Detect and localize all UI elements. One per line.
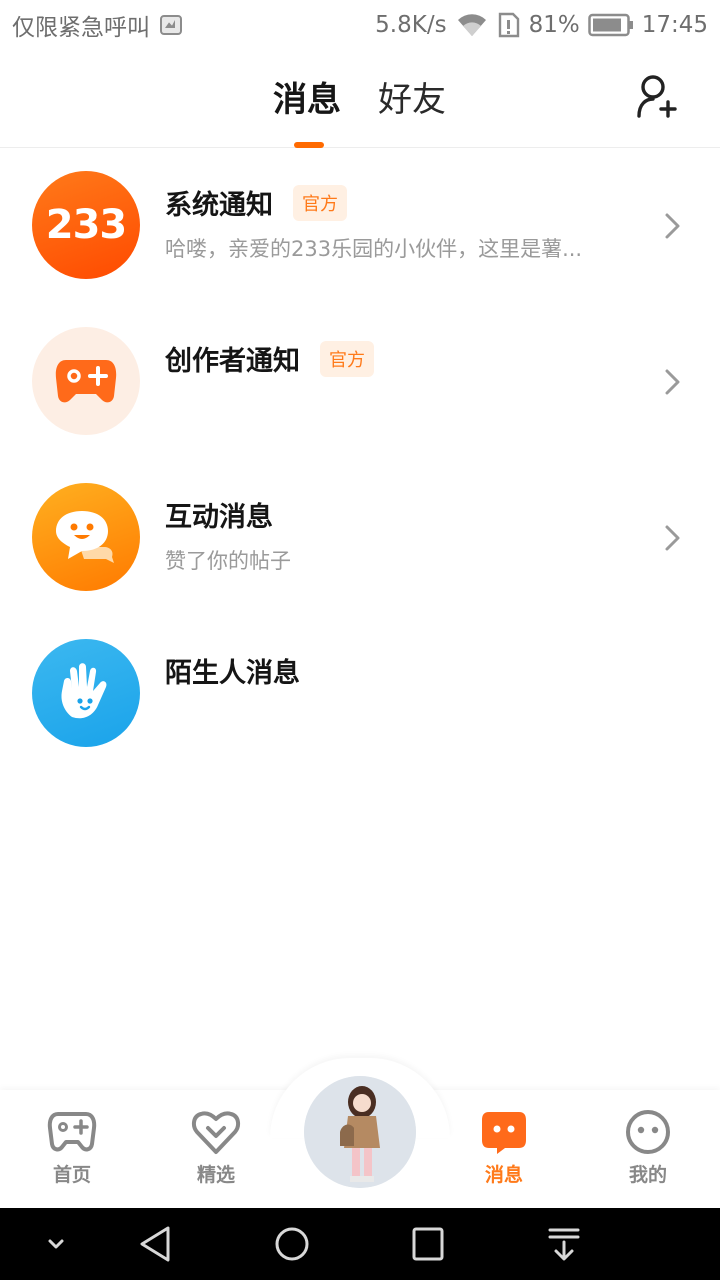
waving-hand-icon xyxy=(61,663,107,719)
chevron-down-icon[interactable] xyxy=(34,1224,78,1264)
chevron-right-icon xyxy=(665,213,680,239)
sim-alert-icon xyxy=(498,12,519,38)
item-title: 互动消息 xyxy=(165,502,273,533)
item-title: 创作者通知 xyxy=(165,346,300,377)
smile-face-icon xyxy=(626,1110,670,1154)
creator-notification-avatar xyxy=(32,327,140,435)
active-tab-indicator xyxy=(294,142,324,148)
gamepad-plus-icon xyxy=(55,360,117,403)
anime-character-avatar xyxy=(304,1076,416,1188)
system-nav-bar xyxy=(0,1208,720,1280)
heart-chevron-icon xyxy=(191,1111,241,1154)
chevron-right-icon xyxy=(665,369,680,395)
carrier-text: 仅限紧急呼叫 xyxy=(12,15,150,41)
chevron-right-icon xyxy=(665,525,680,551)
image-notification-icon xyxy=(160,15,182,35)
status-bar: 仅限紧急呼叫 5.8K/s 81% 17:45 xyxy=(0,0,720,50)
official-badge: 官方 xyxy=(320,340,374,377)
battery-percent: 81% xyxy=(528,12,580,38)
stranger-message-avatar xyxy=(32,639,140,747)
tab-friends[interactable]: 好友 xyxy=(378,72,446,121)
official-badge: 官方 xyxy=(293,184,347,221)
system-notification-item[interactable]: 233 系统通知 官方 哈喽，亲爱的233乐园的小伙伴，这里是薯... xyxy=(0,149,720,305)
item-title: 陌生人消息 xyxy=(165,658,300,689)
nav-messages-label: 消息 xyxy=(484,1164,523,1186)
chat-bubble-icon xyxy=(482,1112,526,1154)
clock: 17:45 xyxy=(641,12,708,38)
tab-messages[interactable]: 消息 xyxy=(273,72,341,121)
nav-home-label: 首页 xyxy=(52,1164,91,1186)
nav-messages[interactable]: 消息 xyxy=(454,1108,554,1187)
item-preview: 赞了你的帖子 xyxy=(165,549,291,573)
battery-icon xyxy=(587,13,633,37)
item-preview: 哈喽，亲爱的233乐园的小伙伴，这里是薯... xyxy=(165,237,583,261)
avatar-233-logo: 233 xyxy=(45,202,127,248)
person-add-icon[interactable] xyxy=(636,74,680,118)
wifi-icon xyxy=(457,14,486,36)
nav-mine-label: 我的 xyxy=(628,1164,667,1186)
nav-home[interactable]: 首页 xyxy=(22,1108,122,1187)
nav-featured-label: 精选 xyxy=(196,1164,235,1186)
recent-apps-icon[interactable] xyxy=(406,1224,450,1264)
interaction-message-avatar xyxy=(32,483,140,591)
center-character-avatar[interactable] xyxy=(304,1076,416,1188)
back-icon[interactable] xyxy=(134,1224,178,1264)
interaction-message-item[interactable]: 互动消息 赞了你的帖子 xyxy=(0,461,720,617)
creator-notification-item[interactable]: 创作者通知 官方 xyxy=(0,305,720,461)
system-notification-avatar: 233 xyxy=(32,171,140,279)
network-speed: 5.8K/s xyxy=(375,12,447,38)
chat-smile-icon xyxy=(56,511,114,563)
nav-mine[interactable]: 我的 xyxy=(598,1108,698,1187)
item-title: 系统通知 xyxy=(165,190,273,221)
message-header: 消息 好友 xyxy=(0,50,720,148)
gamepad-icon xyxy=(47,1112,97,1152)
notification-pulldown-icon[interactable] xyxy=(542,1224,586,1264)
home-icon[interactable] xyxy=(270,1224,314,1264)
stranger-message-item[interactable]: 陌生人消息 xyxy=(0,617,720,773)
message-list: 233 系统通知 官方 哈喽，亲爱的233乐园的小伙伴，这里是薯... 创作者通… xyxy=(0,149,720,773)
nav-featured[interactable]: 精选 xyxy=(166,1108,266,1187)
